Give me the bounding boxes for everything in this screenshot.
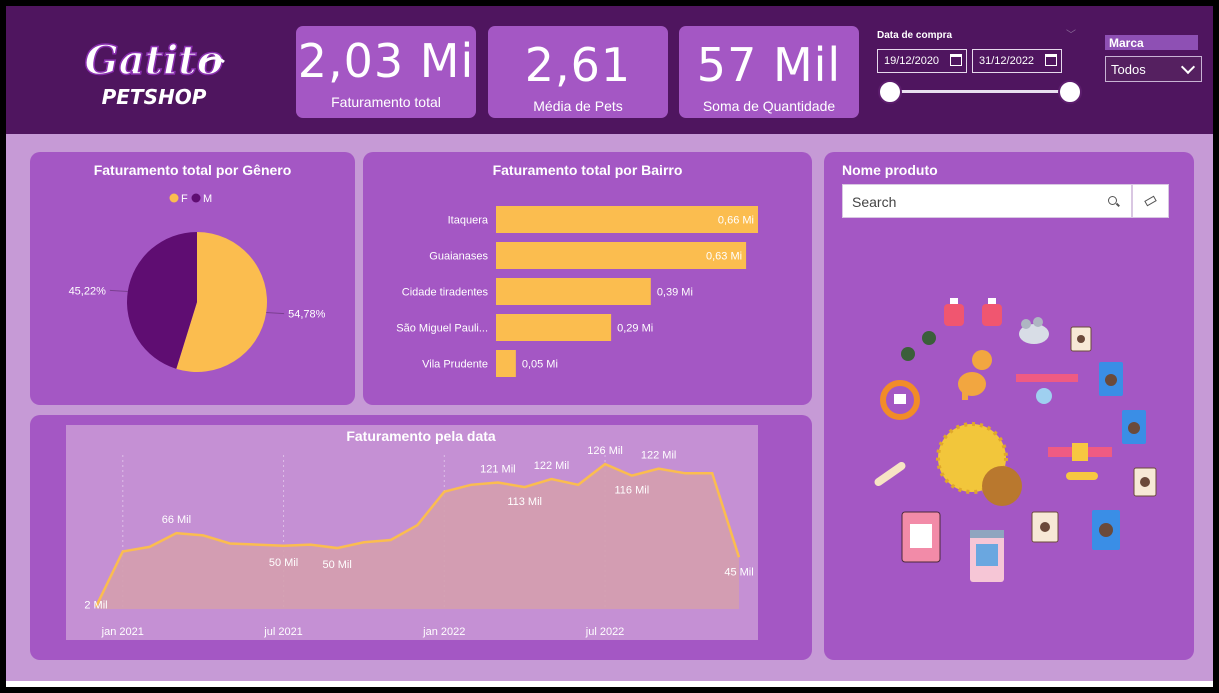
bar: [496, 278, 651, 305]
kpi-faturamento-total: 2,03 Mi Faturamento total: [296, 26, 476, 118]
faturamento-line-chart: jan 2021 jul 2021 jan 2022 jul 2022 2 Mil 66 …: [84, 445, 753, 638]
bar-data-label: 0,39 Mi: [657, 287, 693, 299]
genero-pie-chart: 54,78% 45,22% F M: [69, 193, 326, 372]
x-tick-label: jan 2021: [101, 626, 144, 638]
data-label: 45 Mil: [724, 566, 753, 578]
pie-data-label: 45,22%: [69, 285, 107, 297]
collar-icon: [880, 380, 920, 420]
data-label: 50 Mil: [322, 559, 351, 571]
kpi-label: Média de Pets: [533, 98, 623, 114]
bar: [496, 314, 612, 341]
date-filter-title: Data de compra: [877, 30, 953, 41]
food-bag-icon: [1099, 362, 1123, 396]
bar-data-label: 0,63 Mi: [706, 251, 742, 263]
legend-label: F: [181, 193, 188, 205]
date-range-slider[interactable]: [890, 90, 1070, 93]
slider-end-handle[interactable]: [1058, 80, 1082, 104]
bottom-strip: [6, 681, 1213, 687]
pie-data-label: 54,78%: [288, 309, 326, 321]
bone-icon: [1066, 472, 1098, 480]
date-start-value: 19/12/2020: [884, 55, 940, 67]
bar-category-label: Itaquera: [448, 215, 489, 227]
chevron-down-icon: [1180, 59, 1196, 75]
legend-label: M: [203, 193, 212, 205]
data-label: 121 Mil: [480, 464, 515, 476]
data-label: 126 Mil: [587, 445, 622, 457]
marca-selected-value: Todos: [1111, 62, 1146, 77]
bar-category-label: Cidade tiradentes: [402, 287, 489, 299]
data-label: 122 Mil: [641, 450, 676, 462]
bairro-bar-card: Faturamento total por Bairro Itaquera 0,6…: [363, 152, 812, 405]
bar-category-label: São Miguel Pauli...: [396, 323, 488, 335]
genero-pie-card: Faturamento total por Gênero 54,78% 45,22…: [30, 152, 355, 405]
food-bag-icon: [1133, 467, 1157, 497]
kpi-value: 57 Mil: [696, 38, 842, 92]
bar-category-label: Guaianases: [429, 251, 488, 263]
kpi-media-pets: 2,61 Média de Pets: [488, 26, 668, 118]
food-bag-icon: [1031, 511, 1059, 543]
x-tick-label: jul 2021: [263, 626, 303, 638]
date-end-input[interactable]: 31/12/2022: [972, 49, 1062, 73]
bar-data-label: 0,29 Mi: [617, 323, 653, 335]
date-start-input[interactable]: 19/12/2020: [877, 49, 967, 73]
sweater-icon: [982, 298, 1002, 326]
chevron-down-icon[interactable]: ﹀: [1066, 26, 1076, 41]
mouse-toy-icon: [1019, 317, 1049, 344]
logo-subtitle: PETSHOP: [102, 85, 207, 109]
data-label: 122 Mil: [534, 460, 569, 472]
kpi-soma-quantidade: 57 Mil Soma de Quantidade: [679, 26, 859, 118]
slider-start-handle[interactable]: [878, 80, 902, 104]
food-bag-icon: [901, 511, 941, 563]
dog-icon: [958, 350, 992, 400]
product-panel: Nome produto Search: [824, 152, 1194, 660]
pie-leader-line: [266, 311, 285, 315]
pie-leader-line: [109, 289, 128, 293]
collar-icon: [1016, 374, 1078, 404]
data-line-card: Faturamento pela data jan 2021 jul 2021 ja…: [30, 415, 812, 660]
gatito-petshop-logo: Gatito PETSHOP: [84, 36, 225, 109]
bone-icon: [874, 461, 906, 487]
bar-category-label: Vila Prudente: [422, 359, 488, 371]
data-label: 50 Mil: [269, 557, 298, 569]
bar-data-label: 0,05 Mi: [522, 359, 558, 371]
food-bag-icon: [1070, 326, 1092, 352]
data-label: 66 Mil: [162, 514, 191, 526]
toy-icon: [901, 347, 915, 361]
kpi-label: Soma de Quantidade: [702, 98, 836, 114]
x-tick-label: jan 2022: [422, 626, 465, 638]
x-tick-label: jul 2022: [585, 626, 625, 638]
ball-toy-icon: [982, 466, 1022, 506]
bar: [496, 350, 516, 377]
header-bar: Gatito PETSHOP 2,03 Mi Faturamento total…: [6, 6, 1213, 134]
toy-icon: [922, 331, 936, 345]
bairro-bar-chart: Itaquera 0,66 Mi Guaianases 0,63 Mi Cidade t…: [396, 206, 758, 377]
pet-products-illustration: [874, 298, 1157, 582]
marca-filter-label: Marca: [1105, 35, 1198, 50]
collar-icon: [1048, 443, 1112, 461]
sweater-icon: [944, 298, 964, 326]
data-label: 113 Mil: [507, 496, 542, 508]
calendar-icon[interactable]: [1045, 54, 1057, 66]
data-label: 2 Mil: [84, 600, 107, 612]
cat-food-can-icon: [970, 530, 1004, 582]
bar-data-label: 0,66 Mi: [718, 215, 754, 227]
date-end-value: 31/12/2022: [979, 55, 1035, 67]
food-bag-icon: [1122, 410, 1146, 444]
marca-dropdown[interactable]: Todos: [1105, 56, 1202, 82]
legend-marker: [191, 193, 201, 203]
kpi-value: 2,61: [524, 38, 632, 92]
dashboard-frame: Gatito PETSHOP 2,03 Mi Faturamento total…: [6, 6, 1213, 681]
legend-marker: [169, 193, 179, 203]
calendar-icon[interactable]: [950, 54, 962, 66]
logo-wordmark: Gatito: [85, 37, 224, 84]
kpi-label: Faturamento total: [331, 94, 441, 110]
kpi-value: 2,03 Mi: [297, 34, 475, 88]
data-label: 116 Mil: [615, 485, 650, 497]
food-bag-icon: [1092, 510, 1120, 550]
